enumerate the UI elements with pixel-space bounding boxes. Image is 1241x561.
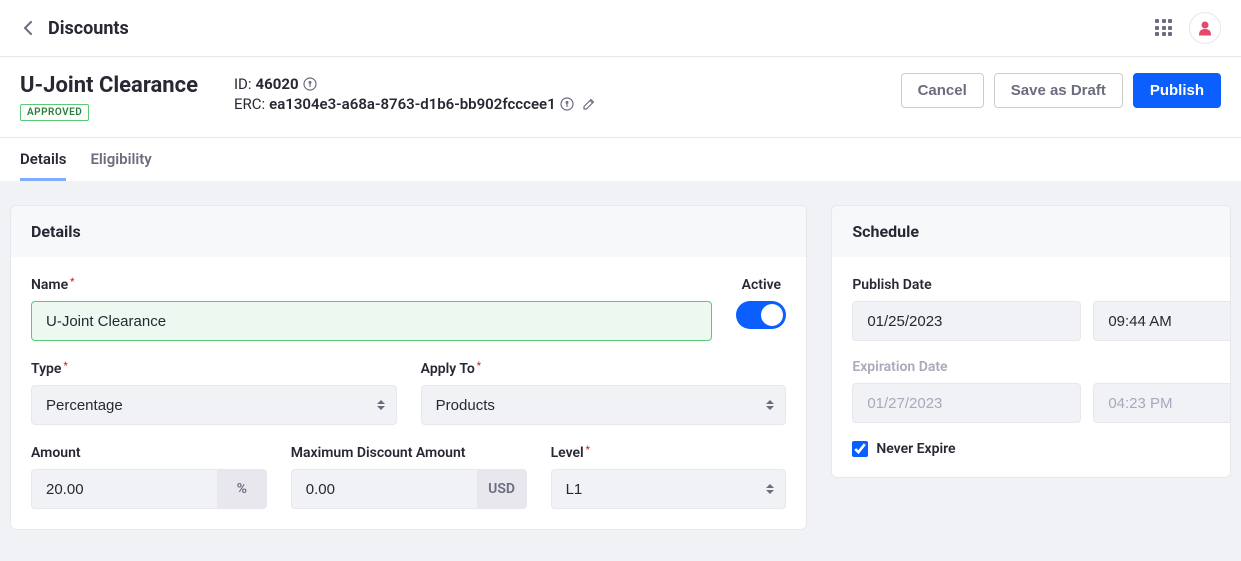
status-badge: APPROVED: [20, 104, 89, 121]
never-expire-label[interactable]: Never Expire: [876, 441, 955, 457]
form-group-type: Type* Percentage: [31, 361, 397, 425]
title-block: U-Joint Clearance APPROVED: [20, 73, 198, 121]
publish-button[interactable]: Publish: [1133, 73, 1221, 108]
info-icon[interactable]: [560, 97, 574, 111]
amount-input[interactable]: [31, 469, 217, 509]
apply-to-label: Apply To*: [421, 361, 787, 377]
form-group-name: Name*: [31, 277, 712, 341]
apply-to-select[interactable]: Products: [421, 385, 787, 425]
form-group-max-discount: Maximum Discount Amount USD: [291, 445, 527, 509]
schedule-panel-heading: Schedule: [832, 206, 1230, 257]
type-label-text: Type: [31, 361, 61, 377]
erc-value: ea1304e3-a68a-8763-d1b6-bb902fcccee1: [269, 95, 556, 113]
back-icon[interactable]: [20, 20, 36, 36]
erc-label: ERC:: [234, 95, 265, 113]
form-row-amount-level: Amount % Maximum Discount Amount USD: [31, 445, 786, 509]
page-title: U-Joint Clearance: [20, 73, 198, 98]
save-draft-button[interactable]: Save as Draft: [994, 73, 1123, 108]
required-mark: *: [586, 445, 590, 456]
amount-input-group: %: [31, 469, 267, 509]
schedule-panel-body: Publish Date Expiration Date Never Expir…: [832, 257, 1230, 477]
required-mark: *: [70, 277, 74, 288]
id-value: 46020: [256, 75, 299, 93]
max-discount-label: Maximum Discount Amount: [291, 445, 527, 461]
expiration-date-label: Expiration Date: [852, 359, 1210, 375]
publish-date-row: [852, 301, 1210, 341]
expiration-date-input: [852, 383, 1081, 423]
active-toggle[interactable]: [736, 301, 786, 329]
user-avatar[interactable]: [1189, 12, 1221, 44]
details-panel-heading: Details: [11, 206, 806, 257]
form-group-level: Level* L1: [551, 445, 787, 509]
page-header-left: U-Joint Clearance APPROVED ID: 46020 ERC…: [20, 73, 596, 121]
form-group-amount: Amount %: [31, 445, 267, 509]
tab-eligibility[interactable]: Eligibility: [90, 138, 151, 181]
top-bar-right: [1155, 12, 1221, 44]
apps-grid-icon[interactable]: [1155, 19, 1173, 37]
breadcrumb-title[interactable]: Discounts: [48, 18, 129, 39]
amount-label: Amount: [31, 445, 267, 461]
publish-time-input[interactable]: [1093, 301, 1231, 341]
name-label-text: Name: [31, 277, 68, 293]
schedule-panel: Schedule Publish Date Expiration Date Ne…: [831, 205, 1231, 478]
tabs: Details Eligibility: [0, 138, 1241, 181]
details-panel: Details Name* Active: [10, 205, 807, 530]
level-label-text: Level: [551, 445, 584, 461]
id-label: ID:: [234, 75, 252, 93]
level-label: Level*: [551, 445, 787, 461]
expiration-date-row: [852, 383, 1210, 423]
toggle-knob: [761, 304, 783, 326]
amount-unit-addon: %: [217, 469, 267, 509]
tab-details[interactable]: Details: [20, 138, 66, 181]
form-group-active: Active: [736, 277, 786, 341]
page-header-right: Cancel Save as Draft Publish: [901, 73, 1221, 108]
content-area: Details Name* Active: [0, 181, 1241, 561]
publish-date-input[interactable]: [852, 301, 1081, 341]
details-panel-body: Name* Active Type*: [11, 257, 806, 529]
type-label: Type*: [31, 361, 397, 377]
form-group-apply-to: Apply To* Products: [421, 361, 787, 425]
top-bar-left: Discounts: [20, 18, 129, 39]
never-expire-row: Never Expire: [852, 441, 1210, 457]
apply-to-select-wrapper: Products: [421, 385, 787, 425]
type-select[interactable]: Percentage: [31, 385, 397, 425]
cancel-button[interactable]: Cancel: [901, 73, 984, 108]
publish-date-label: Publish Date: [852, 277, 1210, 293]
name-input[interactable]: [31, 301, 712, 341]
type-select-wrapper: Percentage: [31, 385, 397, 425]
apply-to-label-text: Apply To: [421, 361, 475, 377]
max-discount-input-group: USD: [291, 469, 527, 509]
name-label: Name*: [31, 277, 712, 293]
max-discount-unit-addon: USD: [477, 469, 527, 509]
page-header: U-Joint Clearance APPROVED ID: 46020 ERC…: [0, 57, 1241, 138]
id-row: ID: 46020: [234, 75, 596, 93]
meta-block: ID: 46020 ERC: ea1304e3-a68a-8763-d1b6-b…: [234, 73, 596, 113]
active-label: Active: [742, 277, 781, 293]
required-mark: *: [477, 361, 481, 372]
info-icon[interactable]: [303, 77, 317, 91]
never-expire-checkbox[interactable]: [852, 441, 868, 457]
level-select[interactable]: L1: [551, 469, 787, 509]
required-mark: *: [63, 361, 67, 372]
max-discount-input[interactable]: [291, 469, 477, 509]
top-bar: Discounts: [0, 0, 1241, 57]
edit-erc-icon[interactable]: [582, 97, 596, 111]
form-row-name: Name* Active: [31, 277, 786, 341]
level-select-wrapper: L1: [551, 469, 787, 509]
expiration-time-input: [1093, 383, 1231, 423]
erc-row: ERC: ea1304e3-a68a-8763-d1b6-bb902fcccee…: [234, 95, 596, 113]
form-row-type-apply: Type* Percentage Apply To*: [31, 361, 786, 425]
